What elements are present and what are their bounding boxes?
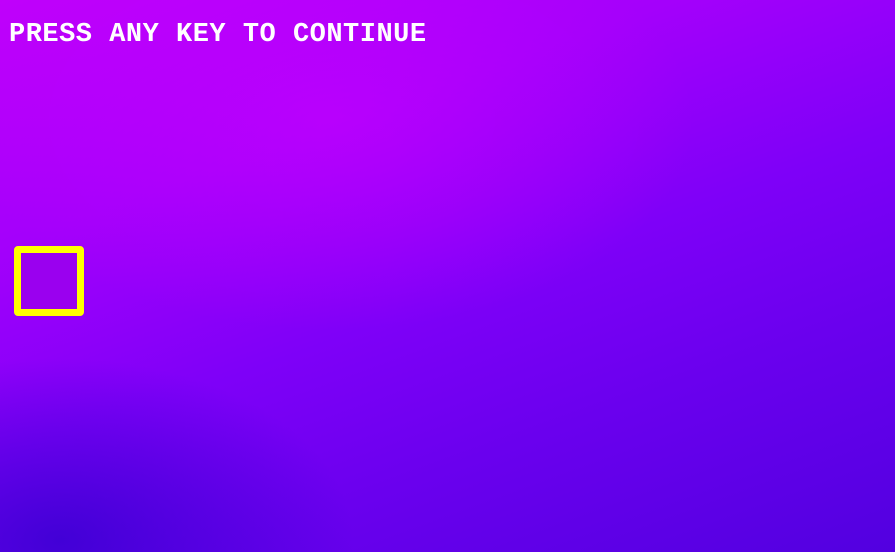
- game-screen[interactable]: PRESS ANY KEY TO CONTINUE: [0, 0, 895, 552]
- player-square: [14, 246, 84, 316]
- press-any-key-prompt: PRESS ANY KEY TO CONTINUE: [9, 20, 427, 50]
